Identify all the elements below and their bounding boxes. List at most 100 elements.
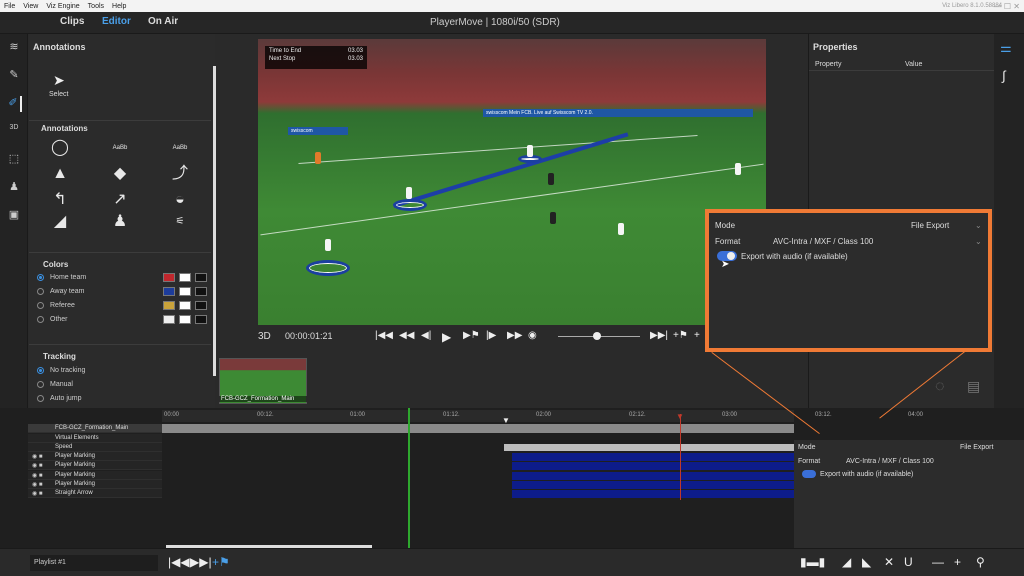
annotations-scrollbar[interactable] [213, 66, 216, 376]
spotlight-shape-icon[interactable]: ▲ [49, 164, 71, 184]
play-icon[interactable]: ▶ [442, 330, 451, 344]
marking-bar[interactable] [512, 453, 794, 461]
turn-arrow-icon[interactable]: ↰ [49, 190, 71, 210]
ramp-down-icon[interactable]: ◣ [862, 555, 871, 569]
menu-view[interactable]: View [23, 3, 38, 10]
main-clip-bar[interactable] [162, 424, 794, 433]
ring-shape-icon[interactable]: ◯ [49, 138, 71, 158]
home-color-3[interactable] [195, 273, 207, 282]
referee-color-3[interactable] [195, 301, 207, 310]
chevron-down-icon[interactable]: ⌄ [975, 237, 982, 246]
away-color-2[interactable] [179, 287, 191, 296]
image-icon[interactable]: ▣ [6, 208, 22, 224]
other-color-3[interactable] [195, 315, 207, 324]
in-marker-icon[interactable]: ▼ [502, 416, 510, 425]
tab-editor[interactable]: Editor [102, 16, 131, 27]
mode-dropdown[interactable]: File Export [911, 221, 949, 230]
marker-icon[interactable]: ⚲ [976, 555, 985, 569]
speed-slider-knob[interactable] [593, 332, 601, 340]
player-icon[interactable]: ♟ [6, 180, 22, 196]
referee-color-2[interactable] [179, 301, 191, 310]
referee-color-1[interactable] [163, 301, 175, 310]
tab-on-air[interactable]: On Air [148, 16, 178, 27]
cursor-icon[interactable]: ➤ [53, 72, 65, 89]
playhead[interactable] [408, 408, 410, 548]
track-row[interactable] [28, 489, 162, 498]
mini-audio-toggle[interactable] [802, 470, 816, 478]
fast-forward-icon[interactable]: ▶▶ [507, 330, 522, 341]
stop-marker[interactable] [680, 414, 681, 500]
magnet-icon[interactable]: U [904, 555, 913, 569]
textbox-shape-icon[interactable]: AaBb [109, 138, 131, 158]
step-forward-icon[interactable]: |▶ [486, 330, 496, 341]
eye-icon[interactable]: ◉ ■ [32, 490, 43, 497]
layers-icon[interactable]: ≋ [6, 40, 22, 56]
add-stop-icon[interactable]: +⚑ [673, 330, 688, 341]
person-icon[interactable]: ♟ [109, 212, 131, 232]
go-to-end-icon[interactable]: ▶▶| [190, 555, 212, 569]
menu-file[interactable]: File [4, 3, 15, 10]
add-marker-icon[interactable]: +⚑ [212, 555, 230, 569]
playlist-dropdown[interactable]: Playlist #1 [30, 555, 158, 571]
tab-clips[interactable]: Clips [60, 16, 84, 27]
marking-bar[interactable] [512, 472, 794, 480]
3d-label[interactable]: 3D [258, 331, 271, 342]
speed-curve-icon[interactable]: ∫ [1002, 68, 1006, 83]
rewind-icon[interactable]: ◀◀ [399, 330, 414, 341]
window-controls[interactable]: — ☐ ✕ [994, 2, 1020, 11]
tracking-option-none[interactable]: No tracking [37, 367, 85, 374]
color-option-referee[interactable]: Referee [37, 302, 75, 309]
home-color-1[interactable] [163, 273, 175, 282]
home-color-2[interactable] [179, 273, 191, 282]
ramp-up-icon[interactable]: ◢ [842, 555, 851, 569]
eye-icon[interactable]: ◉ ■ [32, 481, 43, 488]
timeline-scrollbar[interactable] [166, 545, 372, 548]
video-frame[interactable]: swisscom swisscom Mein FCB. Live auf Swi… [258, 39, 766, 325]
menu-viz-engine[interactable]: Viz Engine [46, 3, 79, 10]
tracking-option-auto-jump[interactable]: Auto jump [37, 395, 82, 402]
format-dropdown[interactable]: AVC-Intra / MXF / Class 100 [773, 237, 873, 246]
tracking-option-manual[interactable]: Manual [37, 381, 73, 388]
eyedropper-icon[interactable]: ✎ [6, 68, 22, 84]
go-to-end-icon[interactable]: ▶▶| [650, 330, 668, 341]
curve-arrow-icon[interactable]: ⤴ [169, 164, 191, 184]
zoom-in-icon[interactable]: + [954, 555, 961, 569]
cut-icon[interactable]: ✕ [884, 555, 894, 569]
fit-icon[interactable]: ▮▬▮ [800, 555, 825, 569]
eye-icon[interactable]: ◉ ■ [32, 472, 43, 479]
eye-icon[interactable]: ◉ ■ [32, 453, 43, 460]
mini-format-value[interactable]: AVC-Intra / MXF / Class 100 [846, 458, 934, 465]
dish-icon[interactable]: ◒ [169, 190, 191, 210]
clear-icon[interactable]: ◌ [935, 378, 945, 396]
eye-icon[interactable]: ◉ ■ [32, 462, 43, 469]
straight-arrow-icon[interactable]: ↗ [109, 190, 131, 210]
save-icon[interactable]: ▤ [967, 378, 980, 395]
pen-icon[interactable]: ✐ [6, 96, 22, 112]
mini-mode-value[interactable]: File Export [960, 444, 993, 451]
3d-icon[interactable]: 3D [6, 124, 22, 140]
ruler-icon[interactable]: ⚟ [169, 212, 191, 232]
color-option-home[interactable]: Home team [37, 274, 86, 281]
go-to-start-icon[interactable]: |◀◀ [168, 555, 190, 569]
speed-bar[interactable] [504, 444, 794, 451]
add-keyframe-icon[interactable]: + [694, 330, 700, 341]
square-shape-icon[interactable]: ◆ [109, 164, 131, 184]
step-back-icon[interactable]: ◀| [421, 330, 431, 341]
stop-marker-icon[interactable]: ▼ [676, 412, 684, 421]
other-color-1[interactable] [163, 315, 175, 324]
chevron-down-icon[interactable]: ⌄ [975, 221, 982, 230]
properties-sliders-icon[interactable]: ⚌ [1000, 40, 1012, 56]
next-stop-icon[interactable]: ▶⚑ [463, 330, 480, 341]
callout-shape-icon[interactable]: AaBb [169, 138, 191, 158]
zoom-out-icon[interactable]: — [932, 555, 944, 569]
menu-help[interactable]: Help [112, 3, 126, 10]
away-color-3[interactable] [195, 287, 207, 296]
track-row[interactable] [28, 443, 162, 452]
go-to-start-icon[interactable]: |◀◀ [375, 330, 393, 341]
color-option-away[interactable]: Away team [37, 288, 85, 295]
menu-tools[interactable]: Tools [88, 3, 104, 10]
selection-icon[interactable]: ⬚ [6, 152, 22, 168]
away-color-1[interactable] [163, 287, 175, 296]
marking-bar[interactable] [512, 481, 794, 489]
other-color-2[interactable] [179, 315, 191, 324]
